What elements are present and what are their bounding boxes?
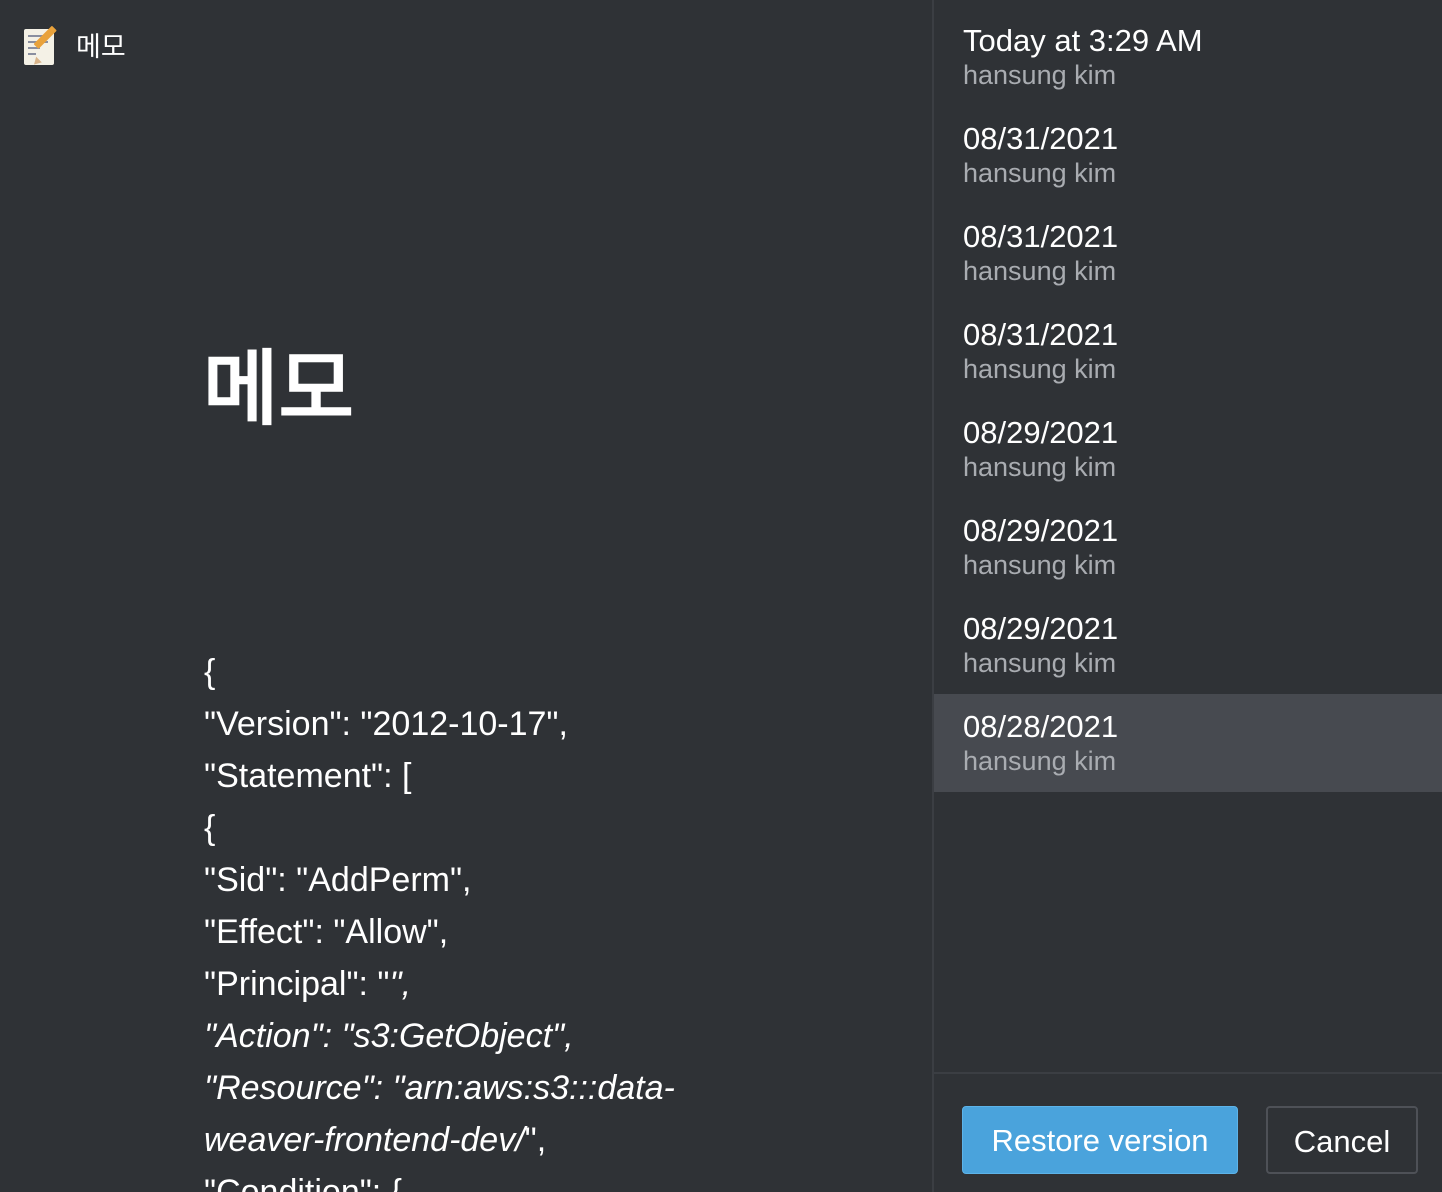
version-author: hansung kim <box>963 354 1117 384</box>
content-line: "Statement": [ <box>204 757 412 795</box>
content-line: "Sid": "AddPerm", <box>204 861 472 899</box>
dialog-footer: Restore version Cancel <box>934 1072 1442 1192</box>
version-author: hansung kim <box>963 158 1117 188</box>
content-line: { <box>204 653 216 691</box>
version-item[interactable]: 08/31/2021 hansung kim <box>934 106 1442 204</box>
content-line: { <box>204 809 216 847</box>
restore-version-button[interactable]: Restore version <box>962 1106 1238 1174</box>
breadcrumb[interactable]: 메모 <box>24 25 126 68</box>
version-history-dialog: 메모 메모 { "Version": "2012-10-17", "Statem… <box>0 0 1442 1192</box>
content-text-italic: ", <box>389 965 412 1003</box>
version-item[interactable]: 08/29/2021 hansung kim <box>934 498 1442 596</box>
content-text-italic: "Resource": "arn:aws:s3:::data-weaver-fr… <box>204 1069 675 1159</box>
version-item[interactable]: Today at 3:29 AM hansung kim <box>934 8 1442 106</box>
version-sidebar: Today at 3:29 AM hansung kim 08/31/2021 … <box>934 0 1442 1192</box>
version-item[interactable]: 08/29/2021 hansung kim <box>934 400 1442 498</box>
page-content: { "Version": "2012-10-17", "Statement": … <box>204 646 724 1192</box>
version-date: 08/29/2021 <box>963 513 1119 548</box>
page-title: 메모 <box>203 344 354 435</box>
version-date: Today at 3:29 AM <box>963 23 1203 58</box>
version-item[interactable]: 08/29/2021 hansung kim <box>934 596 1442 694</box>
content-line: "Effect": "Allow", <box>204 913 449 951</box>
content-line: "Condition": { <box>204 1173 403 1192</box>
version-item[interactable]: 08/31/2021 hansung kim <box>934 204 1442 302</box>
content-line: "Resource": "arn:aws:s3:::data-weaver-fr… <box>204 1062 724 1166</box>
version-date: 08/28/2021 <box>963 709 1119 744</box>
content-line: "Action": "s3:GetObject", <box>204 1017 574 1055</box>
content-text: "Principal": " <box>204 965 390 1003</box>
version-list: Today at 3:29 AM hansung kim 08/31/2021 … <box>934 8 1442 792</box>
version-date: 08/29/2021 <box>963 611 1119 646</box>
version-author: hansung kim <box>963 452 1117 482</box>
memo-icon <box>24 25 60 68</box>
cancel-button[interactable]: Cancel <box>1266 1106 1418 1174</box>
breadcrumb-label: 메모 <box>76 32 126 62</box>
version-author: hansung kim <box>963 648 1117 678</box>
content-line: "Version": "2012-10-17", <box>204 705 568 743</box>
version-author: hansung kim <box>963 256 1117 286</box>
version-date: 08/29/2021 <box>963 415 1119 450</box>
page-preview[interactable]: 메모 메모 { "Version": "2012-10-17", "Statem… <box>0 0 932 1192</box>
version-item[interactable]: 08/31/2021 hansung kim <box>934 302 1442 400</box>
version-author: hansung kim <box>963 746 1117 776</box>
content-text: ", <box>524 1121 547 1159</box>
version-author: hansung kim <box>963 550 1117 580</box>
version-item-selected[interactable]: 08/28/2021 hansung kim <box>934 694 1442 792</box>
content-line: "Principal": "", <box>204 958 724 1010</box>
version-date: 08/31/2021 <box>963 317 1119 352</box>
version-date: 08/31/2021 <box>963 219 1119 254</box>
version-date: 08/31/2021 <box>963 121 1119 156</box>
